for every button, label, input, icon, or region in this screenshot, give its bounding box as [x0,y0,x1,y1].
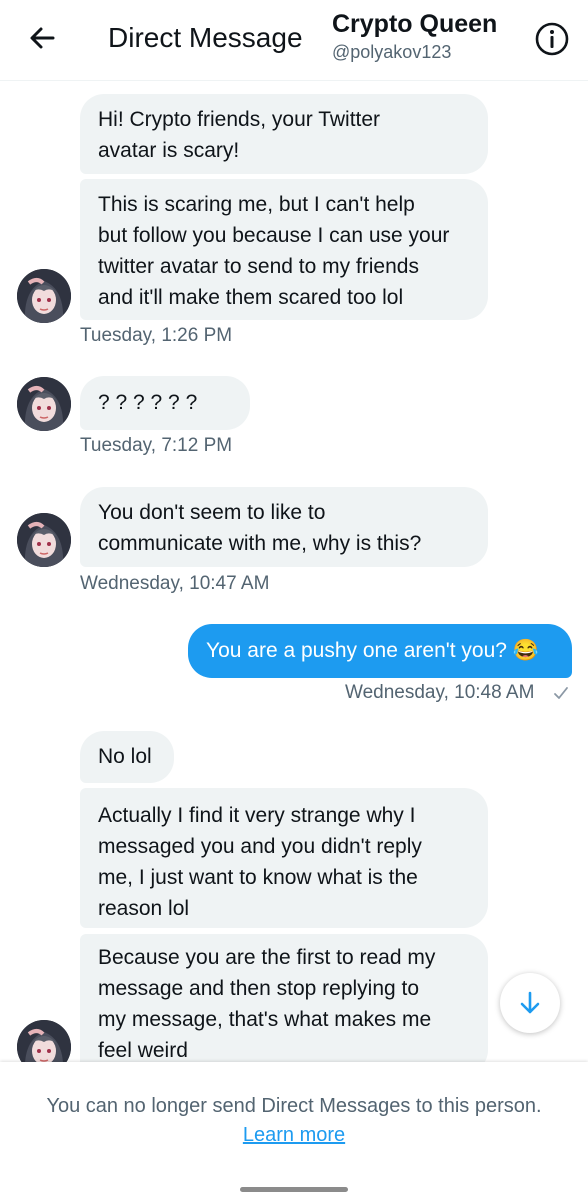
message-bubble-incoming[interactable]: No lol [80,731,174,783]
page-title: Direct Message [108,22,303,53]
message-timestamp: Wednesday, 10:47 AM [80,573,270,594]
message-bubble-incoming[interactable]: Because you are the first to read my mes… [80,934,488,1074]
message-bubble-incoming[interactable]: Actually I find it very strange why I me… [80,788,488,928]
contact-handle[interactable]: @polyakov123 [332,42,451,63]
message-bubble-incoming[interactable]: ? ? ? ? ? ? [80,376,250,430]
message-timestamp: Tuesday, 7:12 PM [80,435,233,456]
contact-name[interactable]: Crypto Queen [332,10,497,39]
scroll-to-bottom-button[interactable] [500,973,560,1033]
message-bubble-incoming[interactable]: This is scaring me, but I can't help but… [80,179,488,320]
arrow-down-icon [520,991,540,1014]
check-icon [554,687,568,699]
message-bubble-incoming[interactable]: You don't seem to like to communicate wi… [80,487,488,567]
learn-more-link[interactable]: Learn more [0,1124,588,1147]
message-timestamp: Tuesday, 1:26 PM [80,325,233,346]
message-timestamp: Wednesday, 10:48 AM [345,682,535,703]
info-icon[interactable] [534,21,570,57]
message-bubble-incoming[interactable]: Hi! Crypto friends, your Twitter avatar … [80,94,488,174]
avatar[interactable] [17,377,71,431]
conversation-header: Direct Message Crypto Queen @polyakov123 [0,0,588,81]
avatar[interactable] [17,513,71,567]
arrow-left-icon[interactable] [26,22,58,54]
dm-disabled-notice: You can no longer send Direct Messages t… [46,1095,542,1117]
dm-disabled-footer: You can no longer send Direct Messages t… [0,1062,588,1200]
home-indicator[interactable] [240,1187,348,1192]
avatar[interactable] [17,269,71,323]
message-bubble-outgoing[interactable]: You are a pushy one aren't you? 😂 [188,624,572,678]
